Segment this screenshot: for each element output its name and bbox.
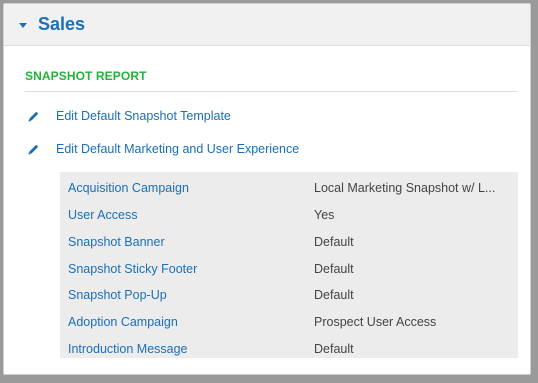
edit-marketing-experience-link[interactable]: Edit Default Marketing and User Experien… (27, 142, 299, 156)
property-value: Default (314, 287, 354, 302)
table-row: Snapshot Pop-Up Default (60, 281, 518, 308)
property-key-acquisition-campaign[interactable]: Acquisition Campaign (68, 181, 189, 195)
property-value: Prospect User Access (314, 314, 437, 329)
panel-title: Sales (38, 14, 86, 34)
sales-panel: Sales SNAPSHOT REPORT Edit Default Snaps… (3, 3, 531, 375)
property-value: Default (314, 341, 354, 356)
section-divider (25, 91, 517, 92)
edit-snapshot-template-label: Edit Default Snapshot Template (56, 109, 231, 123)
sales-panel-header[interactable]: Sales (4, 4, 530, 46)
table-row: Adoption Campaign Prospect User Access (60, 308, 518, 335)
edit-snapshot-template-link[interactable]: Edit Default Snapshot Template (27, 109, 231, 123)
property-key-snapshot-pop-up[interactable]: Snapshot Pop-Up (68, 288, 167, 302)
table-row: Snapshot Banner Default (60, 228, 518, 255)
pencil-icon (28, 111, 39, 122)
property-key-snapshot-sticky-footer[interactable]: Snapshot Sticky Footer (68, 262, 197, 276)
edit-marketing-experience-label: Edit Default Marketing and User Experien… (56, 142, 300, 156)
section-label: SNAPSHOT REPORT (25, 69, 147, 83)
table-row: Snapshot Sticky Footer Default (60, 255, 518, 282)
property-key-user-access[interactable]: User Access (68, 208, 137, 222)
table-row: Acquisition Campaign Local Marketing Sna… (60, 174, 518, 201)
property-key-snapshot-banner[interactable]: Snapshot Banner (68, 235, 165, 249)
property-value: Local Marketing Snapshot w/ L... (314, 180, 496, 195)
property-value: Default (314, 261, 354, 276)
snapshot-properties-table: Acquisition Campaign Local Marketing Sna… (60, 172, 518, 358)
table-row: Introduction Message Default (60, 335, 518, 362)
pencil-icon (28, 144, 39, 155)
property-key-adoption-campaign[interactable]: Adoption Campaign (68, 315, 178, 329)
property-value: Yes (314, 207, 335, 222)
property-value: Default (314, 234, 354, 249)
property-key-introduction-message[interactable]: Introduction Message (68, 342, 188, 356)
table-row: User Access Yes (60, 201, 518, 228)
caret-down-icon[interactable] (19, 22, 27, 28)
